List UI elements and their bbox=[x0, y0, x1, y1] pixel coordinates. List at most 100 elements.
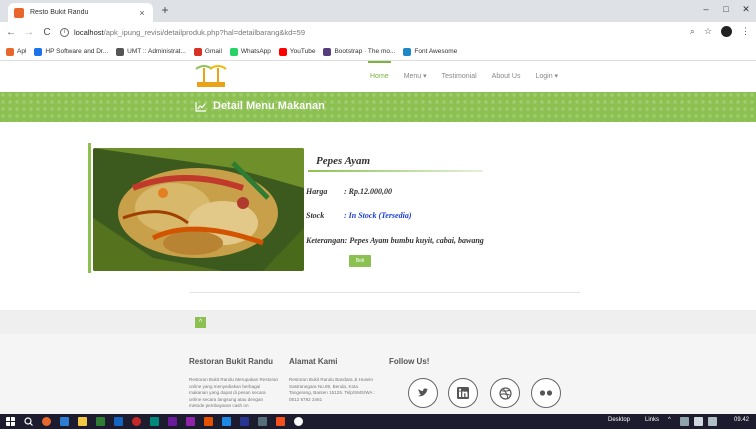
nav-home[interactable]: Home bbox=[368, 61, 391, 92]
flickr-button[interactable] bbox=[531, 378, 561, 408]
url-field[interactable]: i localhost /apk_ipung_revisi/detailprod… bbox=[60, 25, 660, 40]
flickr-icon bbox=[539, 390, 553, 396]
tray-chevron-icon[interactable]: ^ bbox=[668, 417, 671, 423]
bookmark-gmail[interactable]: Gmail bbox=[193, 47, 222, 56]
app-icon-red[interactable] bbox=[132, 417, 141, 426]
windows-start-icon[interactable] bbox=[6, 417, 15, 426]
bookmark-fontawesome[interactable]: Font Awesome bbox=[403, 47, 457, 56]
bookmark-hp[interactable]: HP Software and Dr... bbox=[34, 47, 108, 56]
product-name-underline bbox=[308, 170, 483, 172]
footer-about-title: Restoran Bukit Randu bbox=[189, 357, 274, 366]
new-tab-button[interactable]: + bbox=[158, 3, 172, 17]
page-title: Detail Menu Makanan bbox=[195, 100, 325, 112]
bookmark-umt[interactable]: UMT :: Administrat... bbox=[116, 47, 186, 56]
linkedin-icon bbox=[457, 387, 469, 399]
content-divider bbox=[190, 292, 580, 293]
bookmark-star-icon[interactable]: ☆ bbox=[704, 26, 712, 37]
minimize-button[interactable]: – bbox=[698, 4, 714, 14]
product-photo bbox=[93, 148, 304, 271]
app-icon-white[interactable] bbox=[294, 417, 303, 426]
profile-avatar[interactable] bbox=[721, 26, 732, 37]
word-icon[interactable] bbox=[114, 417, 123, 426]
browser-tab[interactable]: Resto Bukit Randu × bbox=[8, 3, 153, 22]
nav-login-dropdown[interactable]: Login ▾ bbox=[535, 61, 558, 92]
os-taskbar: Desktop Links ^ 09.42 bbox=[0, 414, 756, 429]
stock-value: : In Stock (Tersedia) bbox=[344, 211, 412, 220]
stock-label: Stock bbox=[306, 211, 325, 220]
footer-about-text: Restoran Bukit Randu Merupakan Restoran … bbox=[189, 377, 279, 409]
bookmark-apps[interactable]: Apl bbox=[6, 47, 26, 56]
url-path: /apk_ipung_revisi/detailproduk.php?hal=d… bbox=[103, 28, 306, 37]
url-host: localhost bbox=[74, 28, 104, 37]
browser-menu-icon[interactable]: ⋮ bbox=[741, 26, 750, 37]
keyboard-icon[interactable] bbox=[708, 417, 717, 426]
app-icon-purple[interactable] bbox=[168, 417, 177, 426]
footer-top-strip: ^ bbox=[0, 310, 756, 334]
line-chart-icon bbox=[195, 101, 206, 112]
restore-button[interactable]: □ bbox=[718, 4, 734, 14]
page-title-text: Detail Menu Makanan bbox=[213, 100, 325, 112]
address-bar-row: ← → C i localhost /apk_ipung_revisi/deta… bbox=[0, 22, 756, 43]
twitter-button[interactable] bbox=[408, 378, 438, 408]
footer-address-title: Alamat Kami bbox=[289, 357, 338, 366]
bookmark-youtube[interactable]: YouTube bbox=[278, 47, 315, 56]
app-icon-teal[interactable] bbox=[150, 417, 159, 426]
address-bar-actions: ⌕ ☆ ⋮ bbox=[690, 26, 750, 37]
reload-button[interactable]: C bbox=[40, 27, 54, 38]
twitter-icon bbox=[418, 388, 429, 397]
site-navbar: Home Menu ▾ Testimonial About Us Login ▾ bbox=[0, 61, 756, 92]
taskbar-clock: 09.42 bbox=[734, 417, 750, 423]
info-icon[interactable]: i bbox=[60, 28, 69, 37]
linkedin-button[interactable] bbox=[448, 378, 478, 408]
browser-tab-strip: Resto Bukit Randu × + – □ ✕ bbox=[0, 0, 756, 22]
search-icon[interactable] bbox=[24, 417, 33, 426]
file-explorer-icon[interactable] bbox=[78, 417, 87, 426]
nav-menu-dropdown[interactable]: Menu ▾ bbox=[404, 61, 427, 92]
volume-icon[interactable] bbox=[680, 417, 689, 426]
back-to-top-button[interactable]: ^ bbox=[195, 317, 206, 328]
page-banner: Detail Menu Makanan bbox=[0, 92, 756, 122]
main-menu: Home Menu ▾ Testimonial About Us Login ▾ bbox=[368, 61, 558, 92]
premiere-icon[interactable] bbox=[186, 417, 195, 426]
buy-button[interactable]: Beli bbox=[349, 255, 371, 267]
photoshop-icon[interactable] bbox=[222, 417, 231, 426]
window-close-button[interactable]: ✕ bbox=[738, 4, 754, 15]
price-label: Harga bbox=[306, 187, 328, 196]
hp-icon bbox=[34, 47, 43, 56]
whatsapp-icon bbox=[229, 47, 238, 56]
nav-about-us[interactable]: About Us bbox=[492, 61, 521, 92]
font-awesome-icon bbox=[403, 47, 412, 56]
tab-close-button[interactable]: × bbox=[137, 8, 147, 18]
bookmarks-bar: Apl HP Software and Dr... UMT :: Adminis… bbox=[0, 43, 756, 61]
tab-title: Resto Bukit Randu bbox=[30, 9, 89, 16]
restaurant-logo[interactable] bbox=[192, 63, 230, 91]
taskbar-links-label[interactable]: Links bbox=[645, 417, 659, 423]
footer-follow-title: Follow Us! bbox=[389, 357, 430, 366]
taskbar-desktop-label[interactable]: Desktop bbox=[608, 417, 630, 423]
description-value: : Pepes Ayam bumbu kuyit, cabai, bawang bbox=[344, 236, 484, 245]
zoom-icon[interactable]: ⌕ bbox=[690, 26, 695, 37]
bookmark-bootstrap[interactable]: Bootstrap · The mo... bbox=[323, 47, 395, 56]
app-icon-navy[interactable] bbox=[240, 417, 249, 426]
back-button[interactable]: ← bbox=[4, 27, 18, 38]
price-value: : Rp.12.000,00 bbox=[344, 187, 392, 196]
bookmark-whatsapp[interactable]: WhatsApp bbox=[229, 47, 271, 56]
excel-icon[interactable] bbox=[96, 417, 105, 426]
price-row: Harga : Rp.12.000,00 bbox=[306, 187, 392, 196]
youtube-icon bbox=[278, 47, 287, 56]
stock-row: Stock : In Stock (Tersedia) bbox=[306, 211, 411, 220]
description-row: Keterangan: Pepes Ayam bumbu kuyit, caba… bbox=[306, 236, 484, 245]
gmail-icon bbox=[193, 47, 202, 56]
product-name: Pepes Ayam bbox=[316, 155, 371, 167]
dribbble-button[interactable] bbox=[490, 378, 520, 408]
task-view-icon[interactable] bbox=[60, 417, 69, 426]
app-icon-orange[interactable] bbox=[276, 417, 285, 426]
site-footer: ^ Restoran Bukit Randu Restoran Bukit Ra… bbox=[0, 310, 756, 414]
app-icon-gray[interactable] bbox=[258, 417, 267, 426]
chrome-taskbar-icon[interactable] bbox=[42, 417, 51, 426]
nav-testimonial[interactable]: Testimonial bbox=[442, 61, 477, 92]
notification-icon[interactable] bbox=[694, 417, 703, 426]
footer-address-text: Restoran Bukit Randu Bandara JI.Husein S… bbox=[289, 377, 375, 402]
illustrator-icon[interactable] bbox=[204, 417, 213, 426]
forward-button[interactable]: → bbox=[22, 27, 36, 38]
